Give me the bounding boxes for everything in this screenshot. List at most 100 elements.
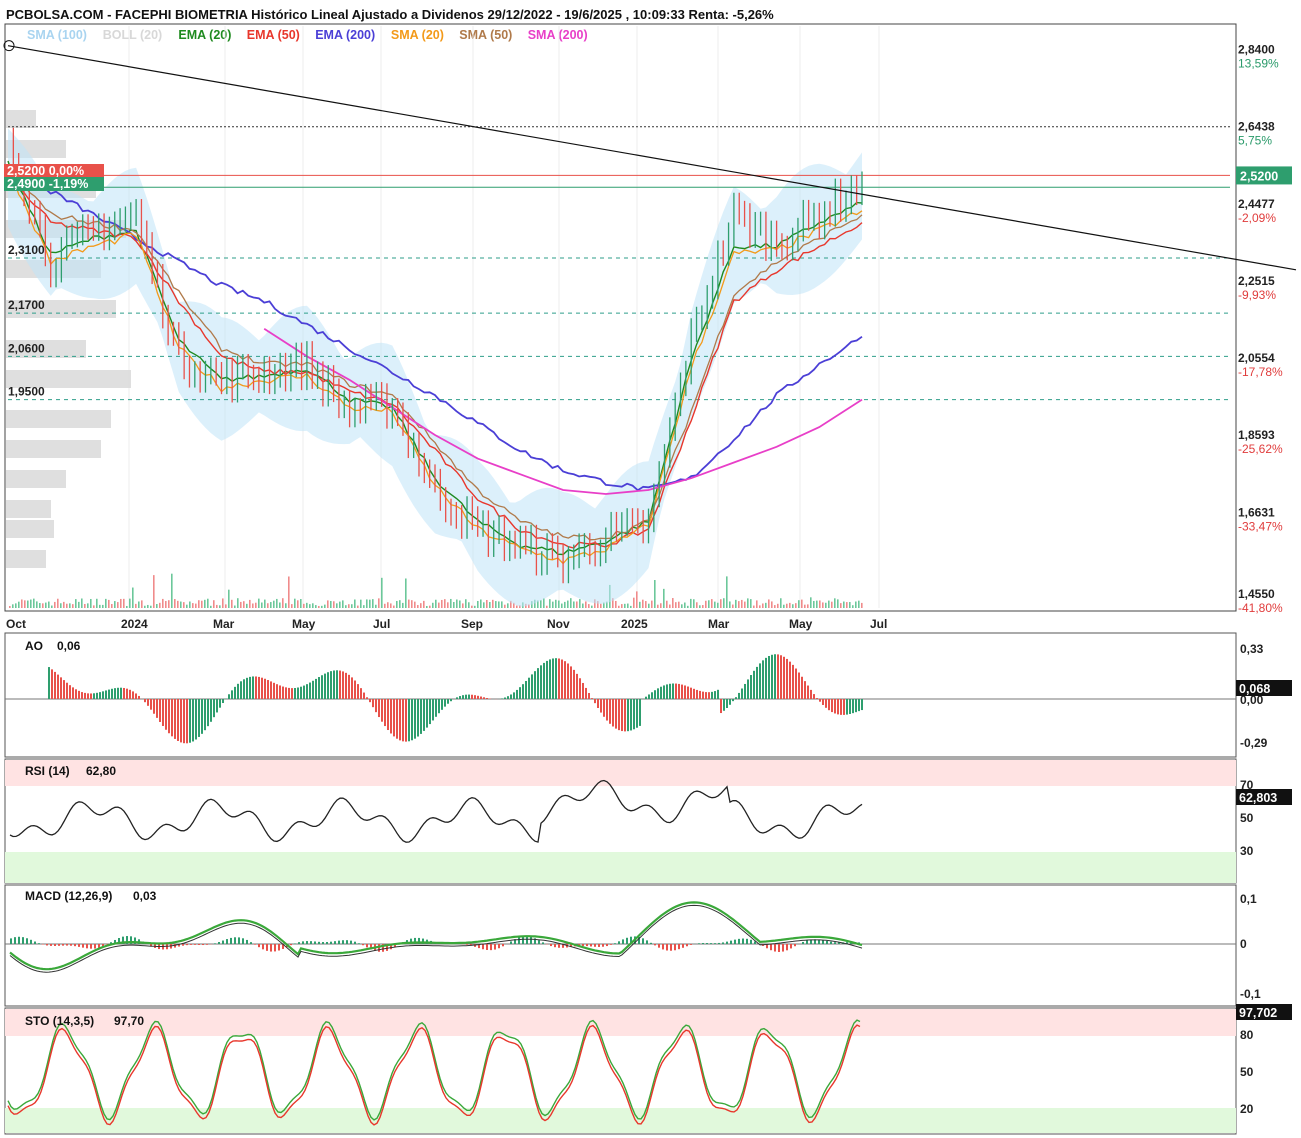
support-level-label: 2,3100 [8,243,45,257]
macd-hist-bar [14,937,16,944]
sto-overbought-zone [5,1009,1236,1036]
volume-bar [15,603,17,608]
ao-bar [318,677,320,699]
volume-bar [621,604,623,608]
volume-bar [684,602,686,608]
ao-bar [666,684,668,699]
ao-bar [90,693,92,699]
ao-bar [222,699,224,704]
ao-bar [699,690,701,699]
ao-bar [705,692,707,699]
ao-bar [549,659,551,699]
volume-bar [348,604,350,608]
macd-hist-bar [346,940,348,944]
ao-bar [579,678,581,699]
ao-bar [267,680,269,699]
volume-bar [657,604,659,608]
macd-hist-bar [782,944,784,952]
volume-bar [549,599,551,608]
price-tick-pct: -25,62% [1238,442,1283,456]
macd-hist-bar [466,944,468,945]
macd-hist-bar [234,937,236,944]
ao-bar [576,673,578,699]
ao-bar [597,699,599,708]
ao-bar [345,672,347,699]
volume-bar [633,597,635,608]
volume-bar [168,600,170,608]
volume-bar [516,605,518,608]
volume-bar [846,602,848,608]
macd-hist-bar [46,944,48,946]
volume-bar [705,600,707,608]
ao-bar [153,699,155,714]
ao-bar [768,655,770,699]
volume-bar [654,580,656,608]
volume-bar [141,600,143,608]
ao-bar [351,677,353,699]
volume-bar [660,603,662,608]
macd-hist-bar [230,937,232,944]
support-level-label: 2,1700 [8,298,45,312]
volume-bar [342,600,344,608]
macd-hist-bar [718,942,720,944]
volume-bar [105,598,107,608]
ao-bar [627,699,629,732]
volume-bar [174,599,176,608]
ao-bar [687,686,689,699]
volume-bar [459,600,461,608]
panel-axis-label: 30 [1240,844,1254,858]
ao-bar [552,658,554,699]
ao-bar [834,699,836,714]
volume-bar [801,599,803,608]
volume-bar [447,602,449,608]
macd-hist-bar [26,938,28,944]
volume-bar [636,591,638,608]
ao-bar [813,694,815,699]
volume-bar [153,575,155,608]
ao-bar [195,699,197,740]
volume-bar [552,601,554,608]
time-tick-label: Sep [461,617,483,631]
ao-bar [858,699,860,712]
ao-bar [753,670,755,699]
macd-hist-bar [182,944,184,946]
ao-bar [513,692,515,699]
ao-bar [159,699,161,722]
macd-hist-bar [362,944,364,946]
volume-bar [642,599,644,608]
ao-bar [849,699,851,714]
volume-bar [423,600,425,608]
ao-bar [237,683,239,699]
price-axis: 2,840013,59% 2,64385,75% 2,4477-2,09% 2,251… [1238,43,1283,616]
volume-bar [627,603,629,608]
volume-bar [261,602,263,608]
ao-bar [585,687,587,699]
macd-hist-bar [770,944,772,951]
volume-bar [813,600,815,608]
volume-bar [225,604,227,608]
macd-hist-bar [586,944,588,947]
volume-bar [315,605,317,608]
panel-value-badge-text: 97,702 [1239,1006,1277,1020]
ao-bar [540,665,542,699]
macd-hist-bar [250,942,252,944]
ao-bar [198,699,200,737]
ao-bar [528,677,530,699]
macd-hist-bar [38,943,40,944]
volume-bar [324,604,326,608]
volume-bar [417,605,419,608]
ao-bar [681,684,683,699]
volume-bar [738,601,740,608]
volume-bar [789,602,791,608]
rsi-value: 62,80 [86,764,116,778]
volume-bar [150,605,152,608]
volume-bar [795,603,797,608]
ao-bar [393,699,395,737]
volume-bar [774,605,776,608]
ao-bar [156,699,158,718]
macd-hist-bar [826,940,828,944]
volume-bar [117,602,119,608]
ao-bar [261,677,263,699]
macd-hist-bar [318,941,320,944]
macd-hist-bar [54,944,56,946]
